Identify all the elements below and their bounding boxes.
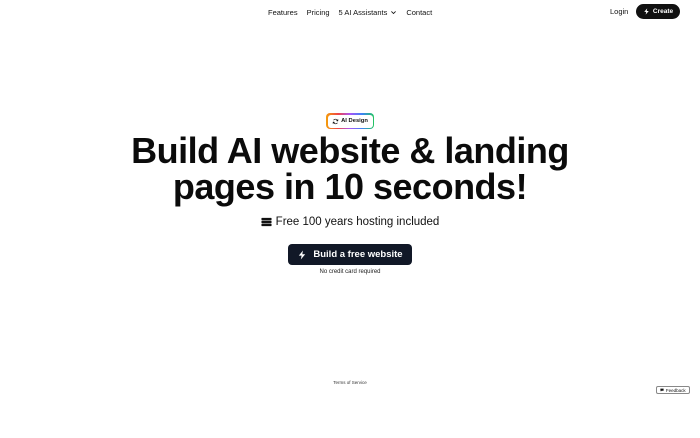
feedback-label: Feedback	[665, 387, 686, 393]
badge-label: AI Design	[341, 118, 368, 124]
login-link[interactable]: Login	[610, 7, 628, 16]
hosting-text: Free 100 years hosting included	[275, 216, 440, 228]
create-button-label: Create	[652, 8, 674, 15]
chat-icon	[660, 388, 664, 392]
ai-design-badge-inner: AI Design	[327, 114, 373, 128]
hero-headline-line-2: pages in 10 seconds!	[172, 166, 528, 207]
nav-dropdown-label: 5 AI Assistants	[338, 8, 388, 17]
build-free-website-button[interactable]: Build a free website	[288, 244, 412, 265]
lightning-icon	[299, 250, 306, 259]
nav-links: Features Pricing 5 AI Assistants Contact	[268, 8, 432, 17]
terms-of-service-link[interactable]: Terms of Service	[0, 380, 700, 385]
hero-headline-line-1: Build AI website & landing	[131, 130, 569, 171]
create-button[interactable]: Create	[636, 4, 680, 19]
chevron-down-icon	[391, 11, 397, 15]
cta-label: Build a free website	[313, 249, 403, 260]
top-nav: Features Pricing 5 AI Assistants Contact…	[0, 0, 700, 26]
nav-link-features[interactable]: Features	[268, 8, 298, 17]
lightning-icon	[644, 8, 649, 15]
ai-design-badge[interactable]: AI Design	[326, 113, 374, 129]
no-credit-card-note: No credit card required	[319, 269, 381, 275]
server-icon	[261, 217, 272, 227]
hero-headline: Build AI website & landing pages in 10 s…	[0, 133, 700, 205]
hosting-note: Free 100 years hosting included	[0, 216, 700, 228]
nav-link-pricing[interactable]: Pricing	[307, 8, 330, 17]
nav-link-contact[interactable]: Contact	[406, 8, 432, 17]
nav-dropdown-ai-assistants[interactable]: 5 AI Assistants	[339, 8, 398, 17]
feedback-button[interactable]: Feedback	[656, 386, 690, 394]
refresh-icon	[332, 118, 339, 124]
